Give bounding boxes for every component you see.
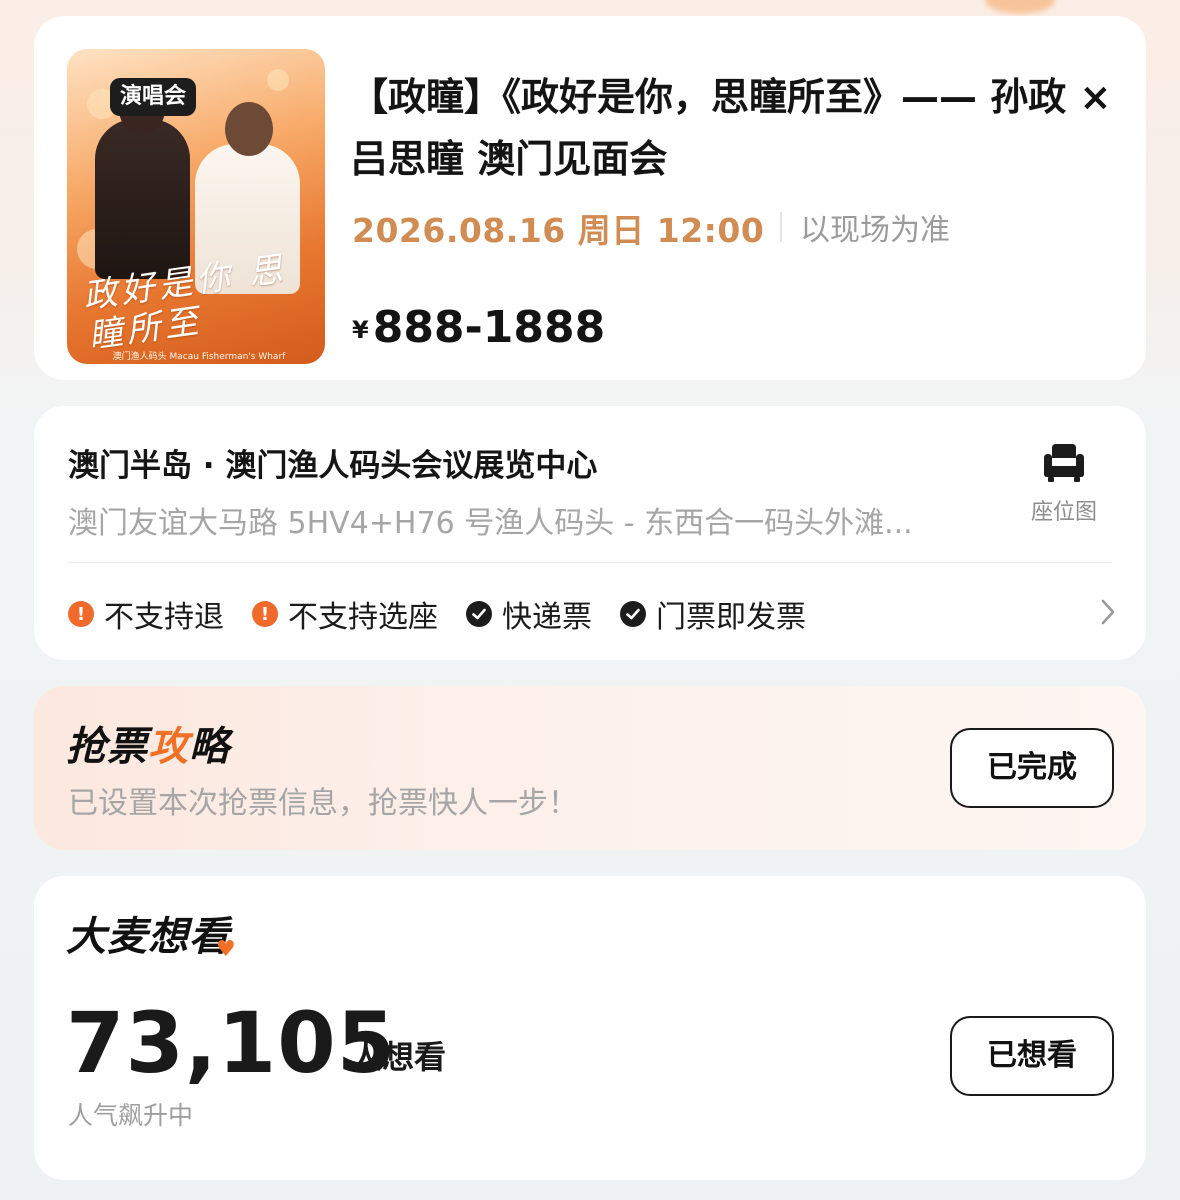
- strategy-subtitle: 已设置本次抢票信息，抢票快人一步！: [68, 786, 578, 821]
- ticket-strategy-card[interactable]: 抢票攻略 已设置本次抢票信息，抢票快人一步！ 已完成: [34, 686, 1146, 850]
- event-title: 【政瞳】《政好是你，思瞳所至》—— 孙政 × 吕思瞳 澳门见面会: [350, 75, 1112, 181]
- divider: [68, 562, 1112, 563]
- policy-item: 快递票: [466, 592, 592, 636]
- want-to-see-card[interactable]: 大麦想看♥ 73,105 人想看 人气飙升中 已想看: [34, 876, 1146, 1180]
- venue-name: 澳门半岛 · 澳门渔人码头会议展览中心: [68, 448, 598, 484]
- time-divider: [780, 212, 782, 242]
- exclamation-icon: !: [68, 601, 94, 627]
- policy-item: ! 不支持退: [68, 592, 224, 636]
- want-subtitle: 人气飙升中: [68, 1101, 194, 1130]
- policy-label: 不支持退: [104, 600, 224, 635]
- top-decoration: [985, 0, 1055, 14]
- completed-button[interactable]: 已完成: [950, 728, 1114, 808]
- check-icon: [620, 601, 646, 627]
- price-currency: ¥: [352, 316, 369, 344]
- seat-map-button[interactable]: 座位图: [1014, 442, 1114, 532]
- policy-list[interactable]: ! 不支持退 ! 不支持选座 快递票 门票即发票: [68, 592, 834, 636]
- heart-icon: ♥: [216, 937, 237, 962]
- exclamation-icon: !: [252, 601, 278, 627]
- want-count: 73,105: [66, 994, 397, 1092]
- venue-address: 澳门友谊大马路 5HV4+H76 号渔人码头 - 东西合一码头外滩...: [68, 506, 913, 541]
- time-note: 以现场为准: [800, 213, 950, 248]
- want-title: 大麦想看♥: [66, 904, 237, 962]
- seat-map-label: 座位图: [1030, 500, 1097, 525]
- want-count-unit: 人想看: [350, 1038, 447, 1076]
- armchair-icon: [1044, 444, 1084, 482]
- policy-item: 门票即发票: [620, 592, 806, 636]
- strategy-title-accent: 攻: [148, 724, 189, 770]
- policy-label: 门票即发票: [656, 600, 806, 635]
- price-range: ¥888-1888: [352, 302, 605, 353]
- policy-label: 快递票: [502, 600, 592, 635]
- wanted-button[interactable]: 已想看: [950, 1016, 1114, 1096]
- policy-label: 不支持选座: [288, 600, 438, 635]
- event-datetime: 2026.08.16 周日 12:00: [352, 211, 765, 250]
- poster-venue: 澳门渔人码头 Macau Fisherman's Wharf: [112, 352, 286, 362]
- strategy-title-part: 抢票: [66, 724, 148, 770]
- venue-card[interactable]: 澳门半岛 · 澳门渔人码头会议展览中心 澳门友谊大马路 5HV4+H76 号渔人…: [34, 406, 1146, 660]
- policy-item: ! 不支持选座: [252, 592, 438, 636]
- poster-figure-left: [95, 83, 190, 279]
- event-card[interactable]: 政好是你 思瞳所至 澳门渔人码头 Macau Fisherman's Wharf…: [34, 16, 1146, 380]
- strategy-title: 抢票攻略: [66, 714, 230, 772]
- category-tag: 演唱会: [110, 78, 197, 116]
- chevron-right-icon[interactable]: [1100, 598, 1116, 630]
- price-value: 888-1888: [372, 302, 606, 353]
- strategy-title-part: 略: [189, 724, 230, 770]
- want-title-part: 大麦想: [66, 914, 189, 960]
- check-icon: [466, 601, 492, 627]
